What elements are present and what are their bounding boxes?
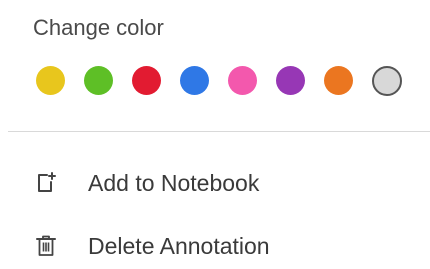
- color-swatch-green[interactable]: [84, 66, 113, 95]
- color-swatch-yellow[interactable]: [36, 66, 65, 95]
- color-swatch-gray[interactable]: [372, 65, 402, 96]
- delete-annotation-menu-item[interactable]: Delete Annotation: [0, 223, 430, 269]
- add-to-notebook-menu-item[interactable]: Add to Notebook: [0, 160, 430, 206]
- trash-icon: [36, 235, 56, 257]
- change-color-heading: Change color: [33, 15, 164, 40]
- color-swatch-orange[interactable]: [324, 66, 353, 95]
- color-swatch-row: [36, 65, 402, 96]
- color-swatch-purple[interactable]: [276, 66, 305, 95]
- color-swatch-pink[interactable]: [228, 66, 257, 95]
- add-to-notebook-icon: [36, 172, 56, 194]
- annotation-context-menu: Change color Add to Notebook Delete Anno…: [0, 0, 430, 260]
- add-to-notebook-label: Add to Notebook: [88, 170, 260, 196]
- color-swatch-red[interactable]: [132, 66, 161, 95]
- menu-divider: [8, 131, 430, 132]
- delete-annotation-label: Delete Annotation: [88, 233, 270, 259]
- color-swatch-blue[interactable]: [180, 66, 209, 95]
